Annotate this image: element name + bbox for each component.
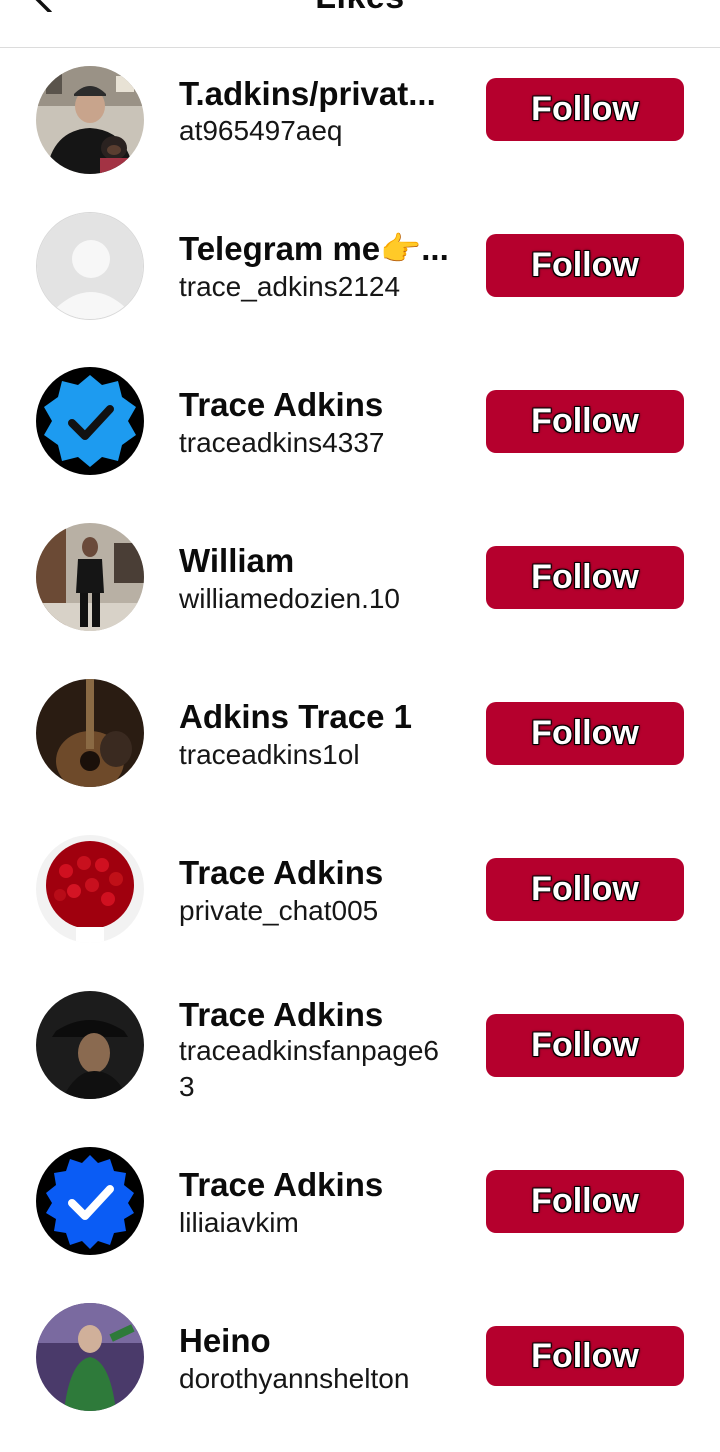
follow-button[interactable]: Follow: [486, 234, 684, 297]
verified-badge-icon[interactable]: [36, 367, 144, 475]
list-item[interactable]: Adkins Trace 1 traceadkins1ol Follow: [0, 672, 720, 828]
list-item[interactable]: Telegram me👉... trace_adkins2124 Follow: [0, 204, 720, 360]
avatar[interactable]: [36, 835, 144, 943]
list-item[interactable]: T.adkins/privat... at965497aeq Follow: [0, 48, 720, 204]
follow-button[interactable]: Follow: [486, 546, 684, 609]
user-name: Trace Adkins: [179, 1166, 384, 1203]
follow-button[interactable]: Follow: [486, 1170, 684, 1233]
list-item[interactable]: Trace Adkins private_chat005 Follow: [0, 828, 720, 984]
user-handle: at965497aeq: [179, 115, 343, 146]
page-title: Likes: [0, 0, 720, 17]
list-item[interactable]: Trace Adkins traceadkinsfanpage63 Follow: [0, 984, 720, 1140]
avatar[interactable]: [36, 523, 144, 631]
user-handle: trace_adkins2124: [179, 271, 401, 302]
user-name: Trace Adkins: [179, 996, 384, 1033]
follow-button[interactable]: Follow: [486, 390, 684, 453]
top-bar: Likes: [0, 0, 720, 48]
list-item[interactable]: Trace Adkins traceadkins4337 Follow: [0, 360, 720, 516]
follow-button[interactable]: Follow: [486, 858, 684, 921]
user-name: Adkins Trace 1: [179, 698, 412, 735]
user-handle: liliaiavkim: [179, 1207, 299, 1238]
user-handle: private_chat005: [179, 895, 379, 926]
user-handle: williamedozien.10: [179, 583, 401, 614]
user-name: Trace Adkins: [179, 854, 384, 891]
list-item[interactable]: William williamedozien.10 Follow: [0, 516, 720, 672]
user-name: Trace Adkins: [179, 386, 384, 423]
user-name: T.adkins/privat...: [179, 75, 436, 112]
avatar[interactable]: [36, 1303, 144, 1411]
follow-button[interactable]: Follow: [486, 1014, 684, 1077]
user-name: William: [179, 542, 295, 579]
user-name: Telegram me👉...: [179, 230, 449, 267]
user-handle: dorothyannshelton: [179, 1363, 410, 1394]
user-name: Heino: [179, 1322, 271, 1359]
user-handle: traceadkins4337: [179, 427, 385, 458]
avatar[interactable]: [36, 66, 144, 174]
user-handle: traceadkins1ol: [179, 739, 360, 770]
follow-button[interactable]: Follow: [486, 1326, 684, 1386]
user-handle: traceadkinsfanpage63: [179, 1035, 439, 1102]
list-item[interactable]: Heino dorothyannshelton Follow: [0, 1296, 720, 1452]
follow-button[interactable]: Follow: [486, 702, 684, 765]
default-avatar-icon[interactable]: [36, 212, 144, 320]
list-item[interactable]: Trace Adkins liliaiavkim Follow: [0, 1140, 720, 1296]
verified-badge-icon[interactable]: [36, 1147, 144, 1255]
follow-button[interactable]: Follow: [486, 78, 684, 141]
avatar[interactable]: [36, 679, 144, 787]
avatar[interactable]: [36, 991, 144, 1099]
